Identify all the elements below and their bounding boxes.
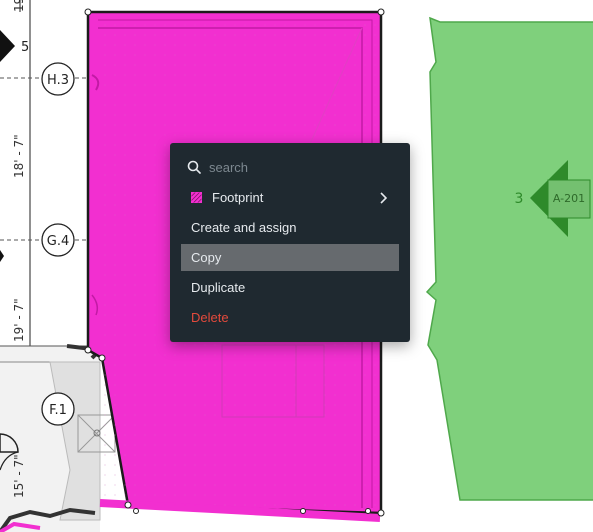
dimension-label: 18' - 7" [12,134,26,178]
hatch-swatch-icon [191,192,202,203]
menu-item-copy[interactable]: Copy [181,244,399,271]
menu-search-input[interactable] [209,159,389,175]
menu-item-duplicate[interactable]: Duplicate [181,274,399,301]
menu-item-label: Create and assign [191,220,297,235]
chevron-right-icon [380,192,387,204]
menu-item-label: Copy [191,250,222,265]
adjacent-area-polygon[interactable]: A-201 3 [425,16,593,501]
marker-label: 5 [21,40,29,55]
grid-bubble-g4: G.4 [41,223,75,257]
grid-bubble-f1: F.1 [41,392,75,426]
search-icon [187,160,201,174]
dimension-label: 15' - 7" [12,454,26,498]
menu-item-create-and-assign[interactable]: Create and assign [181,214,399,241]
menu-search-field[interactable] [180,155,400,179]
svg-text:F.1: F.1 [49,403,67,418]
svg-text:H.3: H.3 [47,73,69,88]
menu-item-label: Duplicate [191,280,246,295]
grid-bubble-h3: H.3 [41,62,75,96]
context-menu: Footprint Create and assign Copy Duplica… [170,143,410,342]
menu-item-label: Footprint [212,190,264,205]
menu-item-delete[interactable]: Delete [181,304,399,331]
direction-marker-icon [0,30,15,62]
svg-text:G.4: G.4 [47,234,69,249]
dimension-label: 19 [12,0,26,12]
menu-item-label: Delete [191,310,229,325]
dimension-label: 19' - 7" [12,298,26,342]
callout-sheet-label: A-201 [553,192,585,205]
callout-number-label: 3 [515,191,524,207]
menu-item-footprint[interactable]: Footprint [181,184,399,211]
